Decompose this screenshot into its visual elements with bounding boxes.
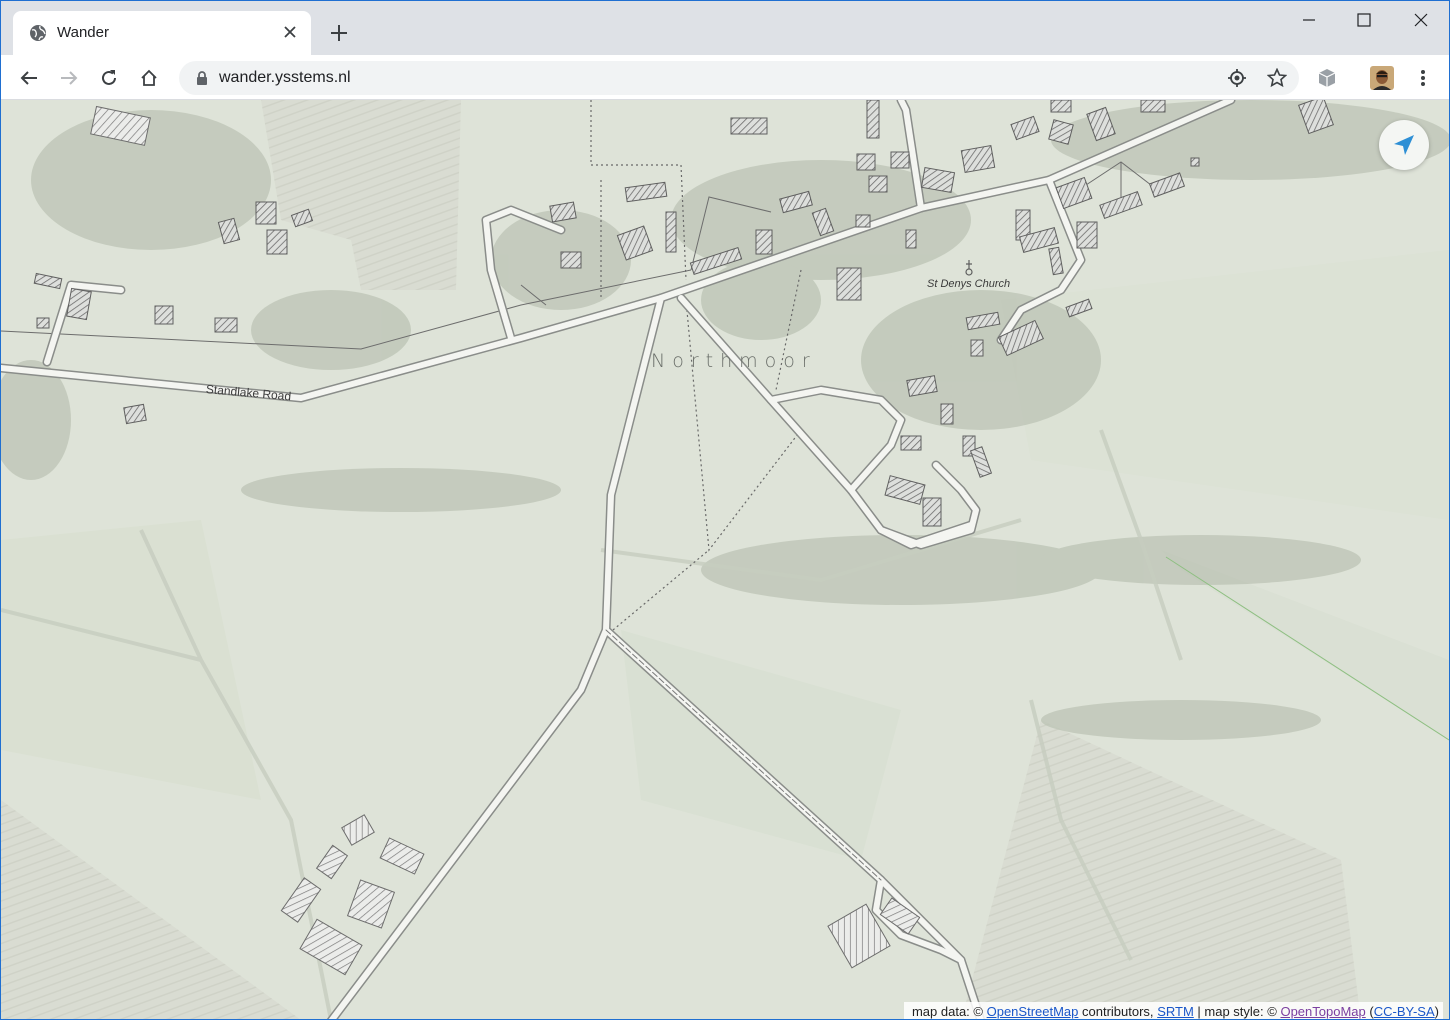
reload-button[interactable] — [94, 63, 124, 93]
new-tab-button[interactable] — [325, 19, 353, 47]
map-view[interactable]: Northmoor St Denys Church Standlake Road… — [1, 100, 1449, 1019]
avatar-icon — [1370, 66, 1394, 90]
browser-window: Wander wander.ysstems.nl Northmoor St De… — [0, 0, 1450, 1020]
maximize-button[interactable] — [1336, 1, 1392, 39]
navigation-arrow-icon — [1394, 135, 1414, 155]
attribution-contributors: contributors, — [1082, 1004, 1154, 1019]
cube-icon — [1318, 69, 1336, 87]
poi-label-church: St Denys Church — [927, 278, 1011, 290]
attribution-prefix: map data: © — [911, 1004, 983, 1019]
reload-icon — [102, 70, 116, 85]
license-paren-close: ) — [1434, 1004, 1439, 1019]
tab-strip: Wander — [1, 1, 1449, 55]
address-bar[interactable]: wander.ysstems.nl — [179, 61, 1299, 95]
minimize-button[interactable] — [1281, 1, 1337, 39]
tab-wander[interactable]: Wander — [13, 11, 311, 55]
tab-title: Wander — [57, 24, 109, 41]
home-button[interactable] — [134, 63, 164, 93]
back-button[interactable] — [14, 63, 44, 93]
srtm-link[interactable]: SRTM — [1157, 1004, 1194, 1019]
place-label-northmoor: Northmoor — [651, 350, 817, 372]
opentopomap-link[interactable]: OpenTopoMap — [1280, 1004, 1365, 1019]
close-window-button[interactable] — [1393, 1, 1449, 39]
bookmark-star-icon[interactable] — [1266, 67, 1288, 89]
license-link[interactable]: CC-BY-SA — [1374, 1004, 1435, 1019]
globe-icon — [30, 25, 46, 41]
attribution-style-prefix: | map style: © — [1197, 1004, 1277, 1019]
osm-link[interactable]: OpenStreetMap — [987, 1004, 1079, 1019]
plus-icon — [331, 25, 347, 41]
lock-icon — [197, 71, 207, 85]
kebab-menu-icon — [1421, 70, 1425, 86]
map-attribution: map data: © OpenStreetMap contributors, … — [903, 1002, 1443, 1019]
profile-avatar[interactable] — [1367, 63, 1397, 93]
arrow-right-icon — [61, 71, 78, 85]
minimize-icon — [1303, 19, 1315, 21]
close-tab-icon[interactable] — [279, 21, 301, 43]
maximize-icon — [1357, 13, 1371, 27]
url-text[interactable]: wander.ysstems.nl — [219, 69, 351, 87]
browser-toolbar: wander.ysstems.nl — [1, 55, 1449, 100]
arrow-left-icon — [20, 71, 37, 85]
locate-me-button[interactable] — [1379, 120, 1429, 170]
close-icon — [1414, 13, 1428, 27]
forward-button[interactable] — [54, 63, 84, 93]
location-target-icon[interactable] — [1226, 67, 1248, 89]
menu-button[interactable] — [1408, 63, 1438, 93]
home-icon — [141, 69, 157, 86]
map-tiles — [1, 100, 1449, 1019]
extension-button[interactable] — [1312, 63, 1342, 93]
